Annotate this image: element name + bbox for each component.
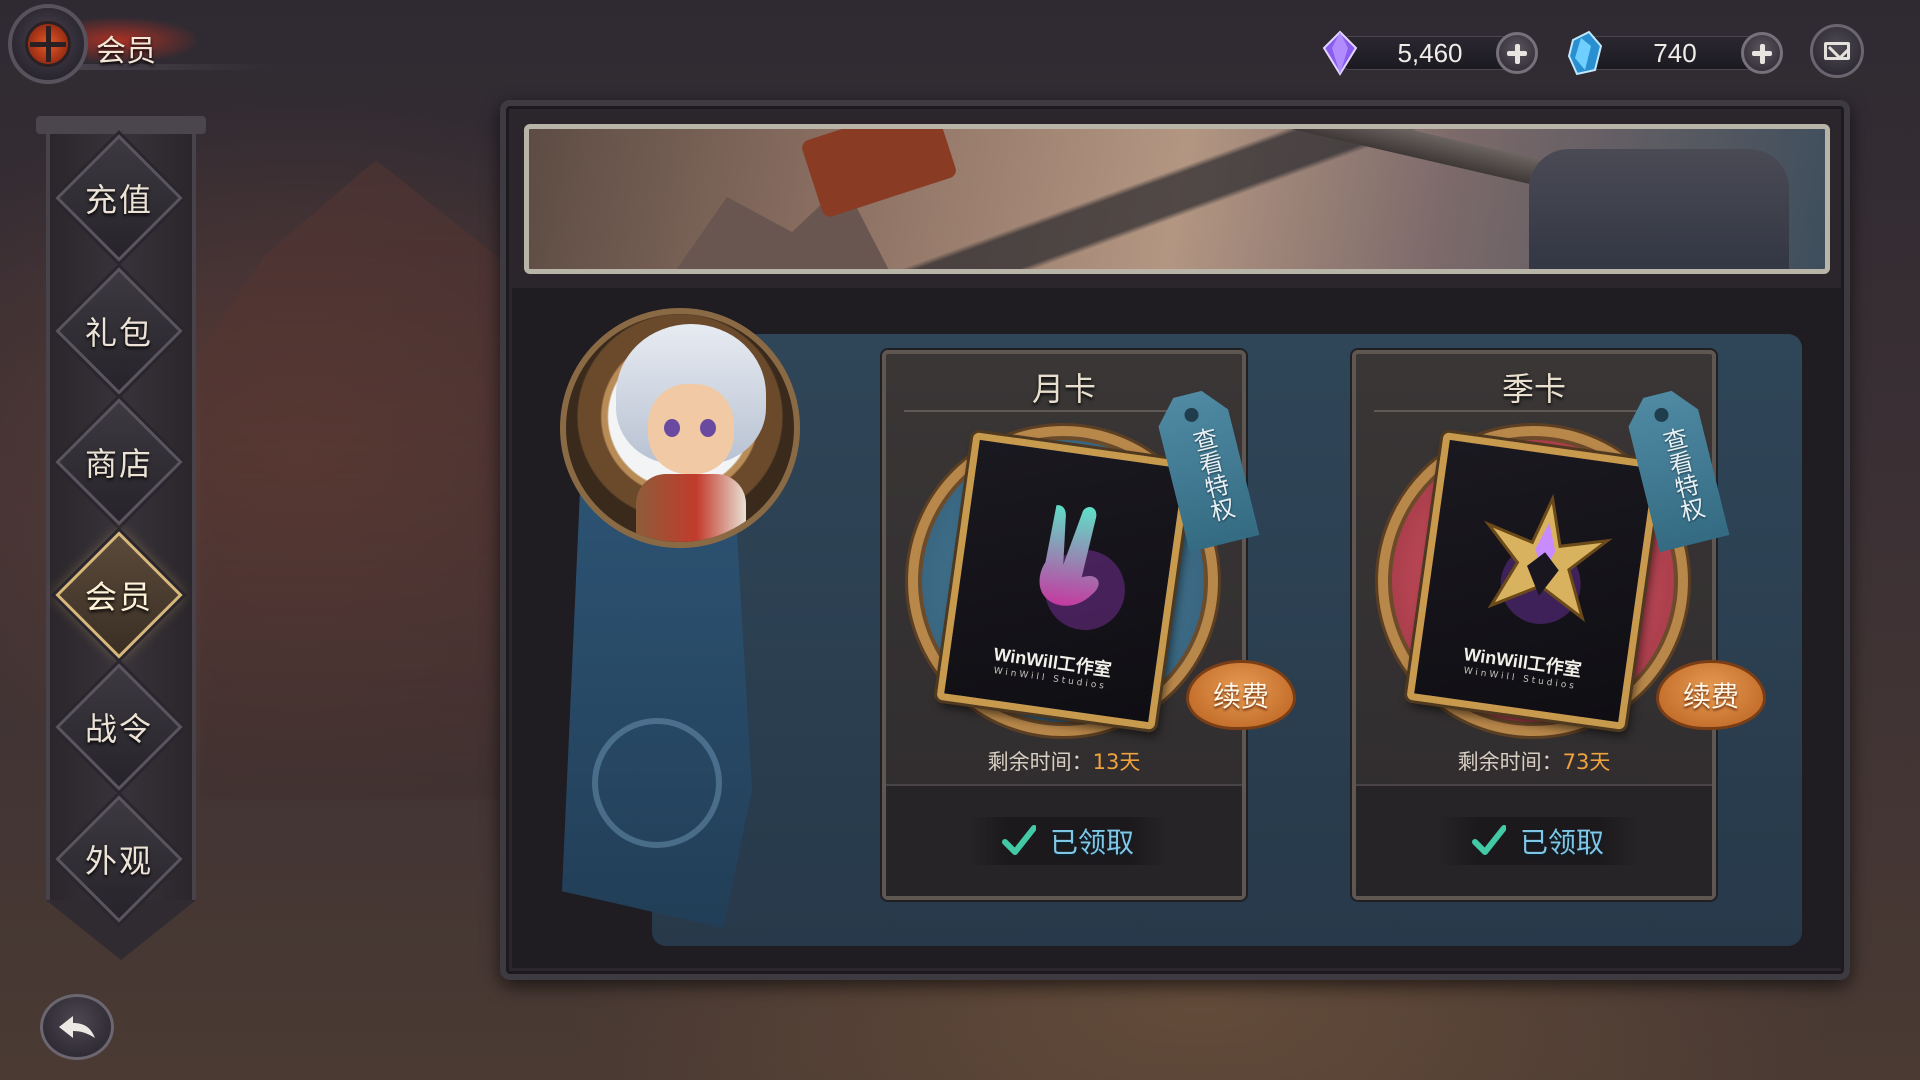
season-card-remaining: 剩余时间：73天 [1356,746,1712,776]
back-arrow-icon [59,1016,95,1038]
menu-item-shop[interactable]: 商店 [49,398,189,526]
month-card-remaining: 剩余时间：13天 [886,746,1242,776]
menu-item-label: 会员 [84,578,153,616]
currency-purple-gem: 5,460 [1320,30,1550,76]
mail-button[interactable] [1810,24,1864,78]
privilege-tag-label: 查看特权 [1656,424,1707,525]
remaining-days: 13天 [1092,750,1141,774]
blue-crystal-amount: 740 [1653,38,1697,68]
season-card-claimed-status: 已领取 [1438,817,1638,865]
shield-emblem-icon [8,4,88,84]
content-area: 月卡 WinWill工作室 WinWill Studios 查看特权 续费 剩余… [512,288,1842,968]
month-card-claimed-status: 已领取 [968,817,1168,865]
menu-item-label: 充值 [84,181,153,219]
remaining-days: 73天 [1562,750,1611,774]
menu-item-membership[interactable]: 会员 [49,531,189,659]
month-card-art[interactable]: WinWill工作室 WinWill Studios [936,432,1192,730]
claimed-label: 已领取 [1049,826,1134,859]
page-title: 会员 [96,34,156,69]
add-purple-gem-button[interactable] [1496,32,1538,74]
menu-item-label: 礼包 [84,314,153,352]
checkmark-icon [1001,825,1036,855]
menu-item-battle-pass[interactable]: 战令 [49,663,189,791]
menu-item-gift-pack[interactable]: 礼包 [49,267,189,395]
mail-icon [1824,42,1850,60]
season-card-art[interactable]: WinWill工作室 WinWill Studios [1406,432,1662,730]
purple-gem-amount: 5,460 [1397,38,1463,68]
remaining-label: 剩余时间： [987,750,1093,774]
purple-gem-icon [1322,30,1358,76]
menu-item-label: 战令 [84,710,153,748]
month-card: 月卡 WinWill工作室 WinWill Studios 查看特权 续费 剩余… [882,350,1296,900]
claimed-label: 已领取 [1519,826,1604,859]
peace-hand-icon [1039,505,1125,631]
month-card-renew-button[interactable]: 续费 [1186,660,1296,730]
membership-panel: 月卡 WinWill工作室 WinWill Studios 查看特权 续费 剩余… [500,100,1850,980]
menu-item-recharge[interactable]: 充值 [49,134,189,262]
currency-blue-crystal: 740 [1565,30,1795,76]
title-plate: 会员 [6,4,276,86]
privilege-tag-label: 查看特权 [1186,424,1237,525]
background-building [200,160,520,800]
character-portrait [560,308,800,548]
season-card: 季卡 WinWill工作室 WinWill Studios 查看特权 续费 剩余… [1352,350,1766,900]
add-blue-crystal-button[interactable] [1741,32,1783,74]
remaining-label: 剩余时间： [1457,750,1563,774]
crown-star-icon [1483,493,1613,624]
menu-item-label: 外观 [84,842,153,880]
season-card-renew-button[interactable]: 续费 [1656,660,1766,730]
header-banner-image [524,124,1830,274]
menu-item-label: 商店 [84,445,153,483]
checkmark-icon [1471,825,1506,855]
blue-crystal-icon [1567,30,1603,76]
menu-item-appearance[interactable]: 外观 [49,795,189,923]
back-button[interactable] [40,994,114,1060]
